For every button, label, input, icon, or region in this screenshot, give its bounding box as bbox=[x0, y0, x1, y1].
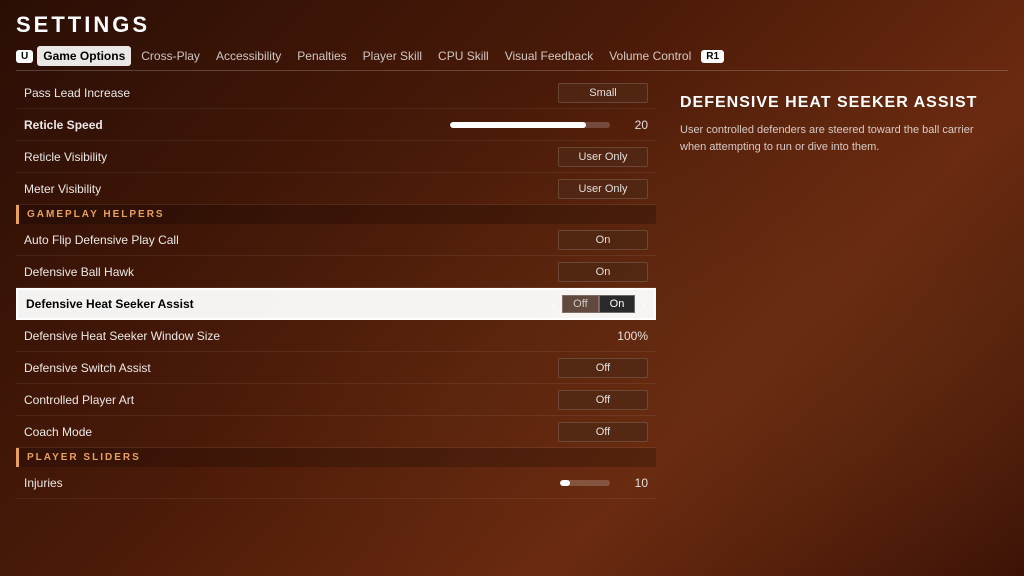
heat-seeker-toggle-group: ‹ Off On › bbox=[551, 295, 646, 313]
injuries-value: 10 bbox=[618, 476, 648, 490]
label-heat-seeker-window: Defensive Heat Seeker Window Size bbox=[24, 329, 220, 343]
label-injuries: Injuries bbox=[24, 476, 63, 490]
value-heat-seeker-window: 100% bbox=[617, 329, 648, 343]
right-panel: DEFENSIVE HEAT SEEKER ASSIST User contro… bbox=[672, 77, 1008, 564]
label-auto-flip: Auto Flip Defensive Play Call bbox=[24, 233, 179, 247]
section-player-sliders: PLAYER SLIDERS bbox=[16, 448, 656, 467]
tab-cross-play[interactable]: Cross-Play bbox=[135, 46, 206, 66]
value-coach-mode[interactable]: Off bbox=[558, 422, 648, 442]
help-description: User controlled defenders are steered to… bbox=[680, 122, 1000, 155]
label-coach-mode: Coach Mode bbox=[24, 425, 92, 439]
reticle-speed-fill bbox=[450, 122, 586, 128]
reticle-speed-value: 20 bbox=[618, 118, 648, 132]
page-title: SETTINGS bbox=[16, 12, 1008, 38]
tab-cpu-skill[interactable]: CPU Skill bbox=[432, 46, 495, 66]
label-reticle-visibility: Reticle Visibility bbox=[24, 150, 107, 164]
main-container: SETTINGS U Game Options Cross-Play Acces… bbox=[0, 0, 1024, 576]
row-pass-lead: Pass Lead Increase Small bbox=[16, 77, 656, 109]
tab-penalties[interactable]: Penalties bbox=[291, 46, 352, 66]
help-title: DEFENSIVE HEAT SEEKER ASSIST bbox=[680, 93, 1000, 112]
reticle-speed-track[interactable] bbox=[450, 122, 610, 128]
tab-player-skill[interactable]: Player Skill bbox=[357, 46, 428, 66]
row-auto-flip: Auto Flip Defensive Play Call On bbox=[16, 224, 656, 256]
injuries-track[interactable] bbox=[560, 480, 610, 486]
row-heat-seeker-assist: Defensive Heat Seeker Assist ‹ Off On › bbox=[16, 288, 656, 320]
label-heat-seeker-assist: Defensive Heat Seeker Assist bbox=[26, 297, 194, 311]
chevron-left-icon[interactable]: ‹ bbox=[551, 296, 556, 312]
label-pass-lead: Pass Lead Increase bbox=[24, 86, 130, 100]
content-area: Pass Lead Increase Small Reticle Speed 2… bbox=[16, 77, 1008, 564]
right-badge: R1 bbox=[701, 50, 724, 63]
row-reticle-speed: Reticle Speed 20 bbox=[16, 109, 656, 141]
row-meter-visibility: Meter Visibility User Only bbox=[16, 173, 656, 205]
toggle-options: Off On bbox=[562, 295, 635, 313]
label-reticle-speed: Reticle Speed bbox=[24, 118, 103, 132]
label-meter-visibility: Meter Visibility bbox=[24, 182, 101, 196]
row-injuries: Injuries 10 bbox=[16, 467, 656, 499]
tabs-bar: U Game Options Cross-Play Accessibility … bbox=[16, 46, 1008, 71]
row-switch-assist: Defensive Switch Assist Off bbox=[16, 352, 656, 384]
row-reticle-visibility: Reticle Visibility User Only bbox=[16, 141, 656, 173]
toggle-on-option[interactable]: On bbox=[599, 295, 636, 313]
injuries-control: 10 bbox=[560, 476, 648, 490]
value-auto-flip[interactable]: On bbox=[558, 230, 648, 250]
row-ball-hawk: Defensive Ball Hawk On bbox=[16, 256, 656, 288]
settings-list: Pass Lead Increase Small Reticle Speed 2… bbox=[16, 77, 656, 564]
value-meter-visibility[interactable]: User Only bbox=[558, 179, 648, 199]
reticle-speed-control: 20 bbox=[450, 118, 648, 132]
section-gameplay-helpers: GAMEPLAY HELPERS bbox=[16, 205, 656, 224]
value-player-art[interactable]: Off bbox=[558, 390, 648, 410]
settings-panel: Pass Lead Increase Small Reticle Speed 2… bbox=[16, 77, 656, 564]
row-coach-mode: Coach Mode Off bbox=[16, 416, 656, 448]
label-ball-hawk: Defensive Ball Hawk bbox=[24, 265, 134, 279]
injuries-fill bbox=[560, 480, 570, 486]
row-player-art: Controlled Player Art Off bbox=[16, 384, 656, 416]
tab-accessibility[interactable]: Accessibility bbox=[210, 46, 287, 66]
value-reticle-visibility[interactable]: User Only bbox=[558, 147, 648, 167]
value-ball-hawk[interactable]: On bbox=[558, 262, 648, 282]
value-switch-assist[interactable]: Off bbox=[558, 358, 648, 378]
chevron-right-icon[interactable]: › bbox=[641, 296, 646, 312]
tab-visual-feedback[interactable]: Visual Feedback bbox=[499, 46, 600, 66]
label-switch-assist: Defensive Switch Assist bbox=[24, 361, 151, 375]
row-heat-seeker-window: Defensive Heat Seeker Window Size 100% bbox=[16, 320, 656, 352]
tab-game-options[interactable]: Game Options bbox=[37, 46, 131, 66]
toggle-off-option[interactable]: Off bbox=[562, 295, 598, 313]
value-pass-lead[interactable]: Small bbox=[558, 83, 648, 103]
tab-volume-control[interactable]: Volume Control bbox=[603, 46, 697, 66]
label-player-art: Controlled Player Art bbox=[24, 393, 134, 407]
left-badge: U bbox=[16, 50, 33, 63]
